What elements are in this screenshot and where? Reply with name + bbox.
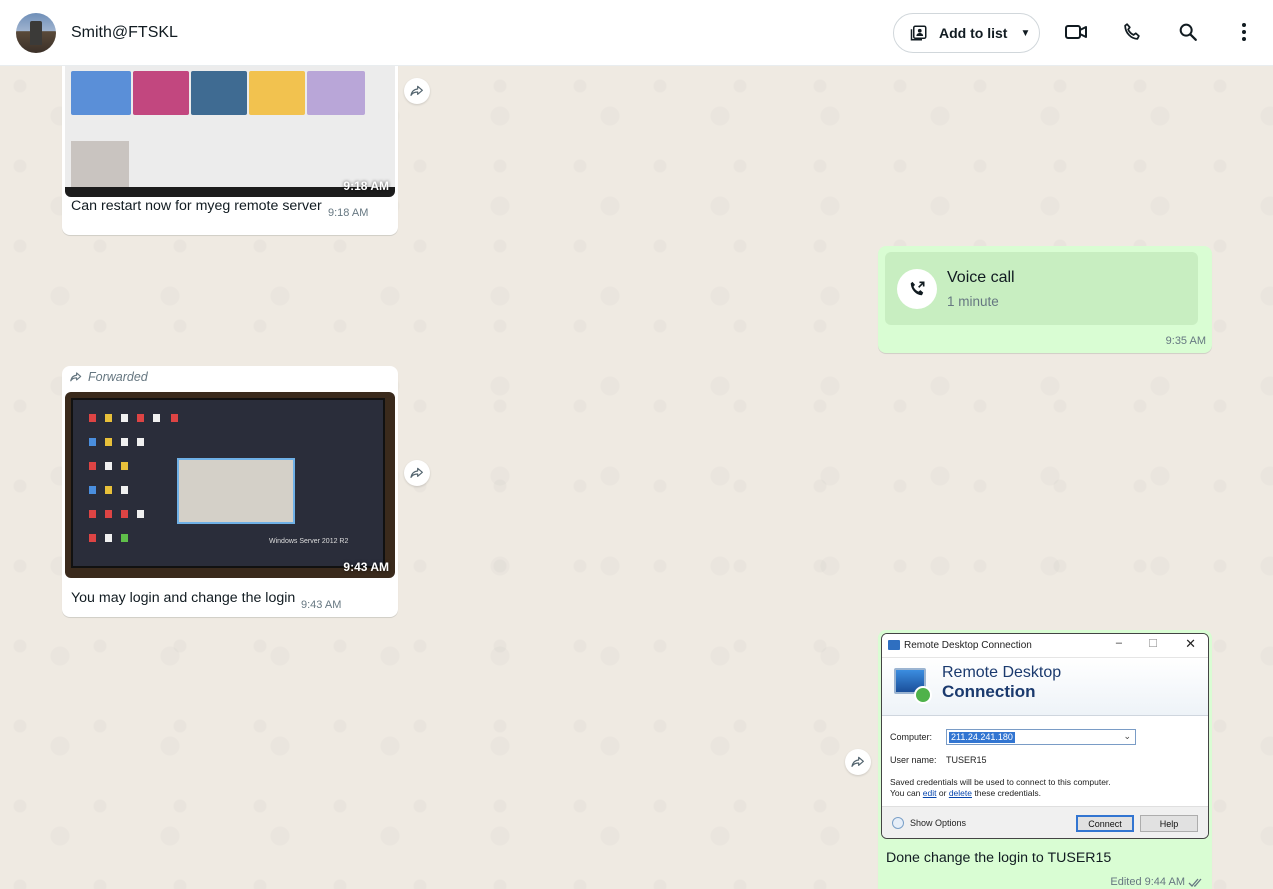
expand-options-icon [892, 817, 904, 829]
message-time: 9:43 AM [301, 599, 342, 611]
shared-image-monitor-photo[interactable]: Windows Server 2012 R2 9:43 AM [65, 392, 395, 578]
delete-link: delete [948, 788, 972, 798]
shared-image-rdc-screenshot[interactable]: Remote Desktop Connection – ☐ ✕ Remote D… [881, 633, 1209, 839]
message-time: 9:35 AM [1165, 335, 1206, 347]
maximize-icon: ☐ [1148, 638, 1158, 650]
voice-call-duration: 1 minute [947, 294, 999, 309]
connection-badge-icon [914, 686, 932, 704]
chat-area[interactable]: 9:18 AM Can restart now for myeg remote … [0, 66, 1273, 889]
rdc-window-title: Remote Desktop Connection [904, 640, 1032, 651]
voice-call-title: Voice call [947, 269, 1015, 286]
menu-icon[interactable] [1232, 20, 1256, 44]
forward-icon[interactable] [845, 749, 871, 775]
add-to-list-label: Add to list [939, 25, 1008, 41]
username-value: TUSER15 [946, 755, 987, 765]
close-icon: ✕ [1185, 636, 1196, 651]
saved-credentials-line2: You can edit or delete these credentials… [890, 788, 1041, 798]
rdc-banner: Remote Desktop Connection [882, 658, 1208, 716]
voice-call-card[interactable]: Voice call 1 minute [885, 252, 1198, 325]
rdc-titlebar: Remote Desktop Connection – ☐ ✕ [882, 634, 1208, 658]
video-call-icon[interactable] [1064, 20, 1088, 44]
contact-card-icon [910, 23, 930, 43]
contact-avatar[interactable] [16, 12, 56, 53]
forwarded-label: Forwarded [88, 370, 148, 384]
rdc-banner-line2: Connection [942, 682, 1036, 701]
outgoing-call-icon [897, 269, 937, 309]
edit-link: edit [922, 788, 937, 798]
image-timestamp: 9:18 AM [343, 179, 389, 193]
computer-label: Computer: [890, 732, 933, 742]
rdc-app-icon [888, 640, 900, 650]
computer-value: 211.24.241.180 [949, 732, 1015, 743]
shared-image-screenshot[interactable]: 9:18 AM [65, 66, 395, 197]
computer-field: 211.24.241.180 ⌄ [946, 729, 1136, 745]
forwarded-icon [70, 372, 82, 382]
rdc-banner-line1: Remote Desktop [942, 664, 1062, 681]
image-timestamp: 9:43 AM [343, 560, 389, 574]
connect-button: Connect [1076, 815, 1134, 832]
phone-call-icon[interactable] [1120, 20, 1144, 44]
help-button: Help [1140, 815, 1198, 832]
rdc-footer: Show Options Connect Help [882, 806, 1208, 838]
voice-call-bubble[interactable]: Voice call 1 minute 9:35 AM [878, 246, 1212, 353]
forward-icon[interactable] [404, 78, 430, 104]
chat-header: Smith@FTSKL Add to list ▼ [0, 0, 1273, 66]
forwarded-image-bubble[interactable]: Forwarded Windows Server 2012 R2 9:43 AM… [62, 366, 398, 617]
search-icon[interactable] [1176, 20, 1200, 44]
saved-credentials-line1: Saved credentials will be used to connec… [890, 777, 1111, 787]
message-text: Done change the login to TUSER15 [886, 850, 1112, 866]
message-text: You may login and change the login [71, 590, 296, 606]
message-time: 9:18 AM [328, 207, 369, 219]
message-time: Edited 9:44 AM [1110, 876, 1185, 888]
add-to-list-button[interactable]: Add to list ▼ [893, 13, 1040, 53]
minimize-icon: – [1115, 637, 1122, 649]
message-image-bubble[interactable]: Remote Desktop Connection – ☐ ✕ Remote D… [878, 630, 1212, 889]
read-ticks-icon [1188, 878, 1202, 887]
chevron-down-icon: ⌄ [1123, 731, 1131, 741]
forwarded-label-row: Forwarded [69, 370, 148, 384]
message-text: Can restart now for myeg remote server [71, 198, 322, 214]
message-meta: Edited 9:44 AM [1110, 876, 1204, 888]
username-label: User name: [890, 755, 937, 765]
forward-icon[interactable] [404, 460, 430, 486]
message-image-bubble[interactable]: 9:18 AM Can restart now for myeg remote … [62, 66, 398, 235]
chevron-down-icon: ▼ [1020, 27, 1031, 39]
show-options-label: Show Options [910, 818, 967, 828]
contact-name[interactable]: Smith@FTSKL [71, 24, 178, 42]
screen-caption: Windows Server 2012 R2 [269, 538, 349, 545]
